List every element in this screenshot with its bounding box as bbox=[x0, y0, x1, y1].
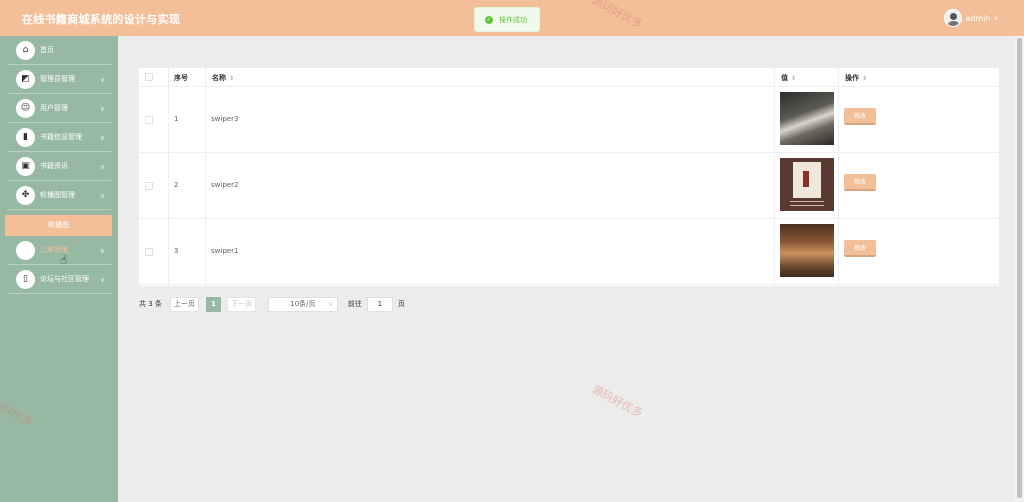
header-action[interactable]: 操作 ⇕ bbox=[845, 73, 867, 83]
table-row: 3 swiper1 修改 bbox=[139, 219, 999, 285]
sidebar-item-books[interactable]: ▮ 书籍信息管理 ∨ bbox=[7, 123, 111, 152]
chevron-down-icon: ∨ bbox=[328, 300, 333, 308]
sort-icon[interactable]: ⇕ bbox=[229, 75, 234, 82]
sidebar-item-carousel[interactable]: ✤ 轮播图管理 ∧ bbox=[7, 181, 111, 210]
check-circle-icon: ✓ bbox=[485, 15, 493, 24]
user-menu[interactable]: admin ∨ bbox=[943, 9, 998, 27]
grid-icon: ✤ bbox=[16, 185, 35, 205]
select-all-checkbox[interactable] bbox=[145, 73, 153, 81]
sidebar-item-label: 论坛与社区管理 bbox=[40, 275, 89, 283]
sidebar-item-orders[interactable]: 订单管理 ∨ bbox=[7, 236, 111, 265]
hand-cursor-icon: ☝ bbox=[60, 253, 68, 267]
total-count: 共 3 条 bbox=[139, 300, 162, 308]
order-icon bbox=[16, 240, 35, 260]
header-value-label: 值 bbox=[781, 74, 788, 82]
next-page-button[interactable]: 下一页 bbox=[226, 296, 256, 312]
edit-button[interactable]: 修改 bbox=[844, 108, 876, 125]
chevron-down-icon: ∨ bbox=[99, 105, 105, 113]
sidebar-item-forum[interactable]: ▯ 论坛与社区管理 ∨ bbox=[7, 265, 111, 294]
row-index: 1 bbox=[174, 115, 179, 123]
row-checkbox[interactable] bbox=[145, 116, 153, 124]
sidebar-item-news[interactable]: ▣ 书籍资讯 ∨ bbox=[7, 152, 111, 181]
row-name: swiper2 bbox=[211, 181, 239, 189]
header-action-label: 操作 bbox=[845, 74, 859, 82]
sidebar-item-label: 轮播图管理 bbox=[40, 191, 75, 199]
table-header: 序号 名称 ⇕ 值 ⇕ 操作 ⇕ bbox=[139, 68, 999, 87]
page-size-value: 10条/页 bbox=[290, 300, 316, 308]
row-checkbox[interactable] bbox=[145, 248, 153, 256]
edit-button[interactable]: 修改 bbox=[844, 174, 876, 191]
chevron-down-icon: ∨ bbox=[99, 76, 105, 84]
sidebar-item-label: 书籍资讯 bbox=[40, 162, 68, 170]
page-size-select[interactable]: 10条/页 ∨ bbox=[267, 296, 338, 312]
user-icon: ☺ bbox=[16, 98, 35, 118]
vertical-scrollbar[interactable] bbox=[1015, 36, 1024, 502]
avatar[interactable] bbox=[943, 9, 962, 27]
goto-suffix: 页 bbox=[397, 300, 405, 308]
row-index: 2 bbox=[174, 181, 179, 189]
sidebar-subitem-carousel[interactable]: 轮播图 bbox=[5, 215, 112, 236]
sidebar-item-label: 首页 bbox=[40, 46, 54, 54]
header-name-label: 名称 bbox=[212, 74, 226, 82]
home-icon: ⌂ bbox=[16, 40, 35, 60]
row-name: swiper3 bbox=[211, 115, 239, 123]
toast-message: 操作成功 bbox=[499, 15, 527, 24]
goto-page-input[interactable]: 1 bbox=[366, 296, 393, 312]
data-table: 序号 名称 ⇕ 值 ⇕ 操作 ⇕ 1 swiper3 修改 2 swiper2 修改 … bbox=[139, 68, 999, 286]
header-name[interactable]: 名称 ⇕ bbox=[212, 73, 234, 83]
row-checkbox[interactable] bbox=[145, 182, 153, 190]
sidebar-item-admin[interactable]: ◩ 管理员管理 ∨ bbox=[7, 65, 111, 94]
sort-icon[interactable]: ⇕ bbox=[862, 75, 867, 82]
sidebar-item-home[interactable]: ⌂ 首页 bbox=[7, 36, 111, 65]
sort-icon[interactable]: ⇕ bbox=[791, 75, 796, 82]
swiper-thumbnail[interactable] bbox=[780, 224, 834, 277]
chevron-down-icon: ∨ bbox=[99, 276, 105, 284]
sidebar-item-label: 用户管理 bbox=[40, 104, 68, 112]
row-index: 3 bbox=[174, 247, 179, 255]
goto-label: 前往 bbox=[347, 300, 362, 308]
username[interactable]: admin bbox=[966, 14, 991, 23]
sidebar-item-users[interactable]: ☺ 用户管理 ∨ bbox=[7, 94, 111, 123]
wallet-icon: ▣ bbox=[16, 156, 35, 176]
sidebar-item-label: 管理员管理 bbox=[40, 75, 75, 83]
crop-icon: ◩ bbox=[16, 69, 35, 89]
chevron-down-icon: ∨ bbox=[99, 134, 105, 142]
chevron-down-icon[interactable]: ∨ bbox=[994, 15, 998, 22]
chevron-down-icon: ∨ bbox=[99, 247, 105, 255]
success-toast: ✓ 操作成功 bbox=[474, 7, 540, 32]
chevron-up-icon: ∧ bbox=[99, 192, 105, 200]
swiper-thumbnail[interactable] bbox=[780, 158, 834, 211]
edit-button[interactable]: 修改 bbox=[844, 240, 876, 257]
prev-page-button[interactable]: 上一页 bbox=[169, 296, 199, 312]
pagination: 共 3 条 上一页 1 下一页 10条/页 ∨ 前往 1 页 bbox=[139, 296, 405, 312]
sidebar-item-label: 书籍信息管理 bbox=[40, 133, 82, 141]
header-value[interactable]: 值 ⇕ bbox=[781, 73, 796, 83]
row-name: swiper1 bbox=[211, 247, 239, 255]
swiper-thumbnail[interactable] bbox=[780, 92, 834, 145]
scrollbar-thumb[interactable] bbox=[1017, 38, 1022, 498]
sidebar: ⌂ 首页 ◩ 管理员管理 ∨ ☺ 用户管理 ∨ ▮ 书籍信息管理 ∨ ▣ 书籍资… bbox=[0, 36, 118, 502]
page-number-current[interactable]: 1 bbox=[205, 296, 221, 312]
table-row: 2 swiper2 修改 bbox=[139, 153, 999, 219]
header-index: 序号 bbox=[174, 74, 188, 82]
app-title: 在线书籍商城系统的设计与实现 bbox=[22, 13, 181, 26]
table-row: 1 swiper3 修改 bbox=[139, 87, 999, 153]
book-icon: ▮ bbox=[16, 127, 35, 147]
watermark: 源码好优多 bbox=[589, 382, 645, 421]
forum-icon: ▯ bbox=[16, 269, 35, 289]
chevron-down-icon: ∨ bbox=[99, 163, 105, 171]
